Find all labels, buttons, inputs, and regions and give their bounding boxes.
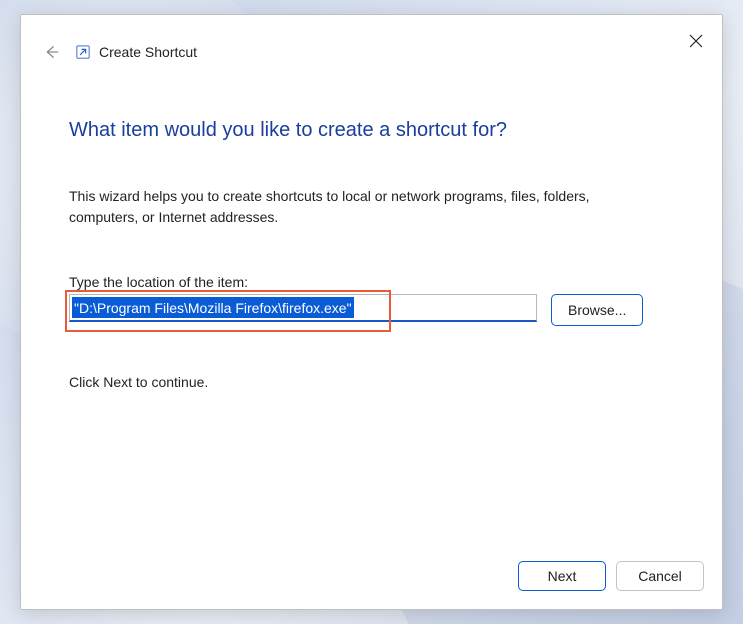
browse-button[interactable]: Browse... bbox=[551, 294, 643, 326]
location-label: Type the location of the item: bbox=[69, 274, 674, 290]
close-button[interactable] bbox=[684, 29, 708, 53]
dialog-footer: Next Cancel bbox=[21, 547, 722, 609]
next-button[interactable]: Next bbox=[518, 561, 606, 591]
dialog-content: What item would you like to create a sho… bbox=[21, 71, 722, 547]
wizard-description: This wizard helps you to create shortcut… bbox=[69, 186, 629, 228]
location-input[interactable] bbox=[69, 294, 537, 322]
continue-hint: Click Next to continue. bbox=[69, 374, 674, 390]
back-button[interactable] bbox=[39, 40, 63, 64]
wizard-heading: What item would you like to create a sho… bbox=[69, 119, 674, 142]
location-input-wrap: "D:\Program Files\Mozilla Firefox\firefo… bbox=[69, 294, 537, 322]
create-shortcut-dialog: Create Shortcut What item would you like… bbox=[20, 14, 723, 610]
dialog-title: Create Shortcut bbox=[99, 44, 197, 60]
shortcut-icon bbox=[75, 44, 91, 60]
cancel-button[interactable]: Cancel bbox=[616, 561, 704, 591]
location-row: "D:\Program Files\Mozilla Firefox\firefo… bbox=[69, 294, 674, 326]
dialog-header: Create Shortcut bbox=[21, 15, 722, 71]
